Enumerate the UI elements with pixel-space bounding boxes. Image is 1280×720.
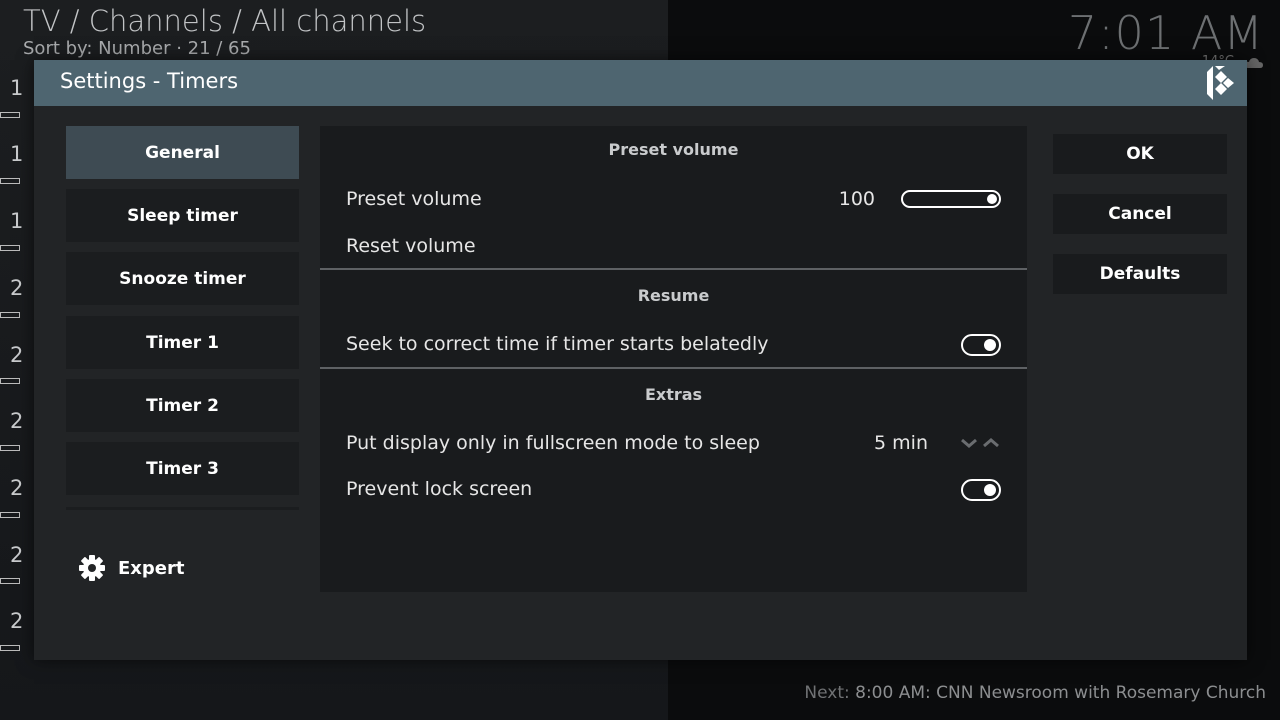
chevron-down-icon[interactable]: [959, 435, 979, 451]
cancel-button[interactable]: Cancel: [1053, 194, 1227, 234]
kodi-logo-icon: [1207, 66, 1234, 100]
section-header-preset-volume: Preset volume: [608, 140, 739, 159]
setting-value: 100: [838, 188, 875, 210]
section-divider: [320, 367, 1027, 369]
category-snooze-timer[interactable]: Snooze timer: [66, 252, 299, 305]
setting-label: Put display only in fullscreen mode to s…: [346, 432, 760, 454]
category-sleep-timer[interactable]: Sleep timer: [66, 189, 299, 242]
sort-info: Sort by: Number · 21 / 65: [23, 38, 251, 59]
channel-number: 1: [10, 209, 24, 233]
setting-label: Preset volume: [346, 188, 482, 210]
prevent-lock-toggle[interactable]: [961, 479, 1001, 501]
channel-number: 2: [10, 343, 24, 367]
category-timer-1[interactable]: Timer 1: [66, 316, 299, 369]
setting-display-sleep[interactable]: Put display only in fullscreen mode to s…: [346, 425, 1001, 461]
channel-progress-bar: [0, 512, 20, 518]
channel-number: 1: [10, 142, 24, 166]
next-program: Next: 8:00 AM: CNN Newsroom with Rosemar…: [804, 683, 1266, 703]
seek-toggle[interactable]: [961, 334, 1001, 356]
category-timer-2[interactable]: Timer 2: [66, 379, 299, 432]
expert-label: Expert: [118, 557, 185, 579]
channel-progress-bar: [0, 112, 20, 118]
settings-panel: Preset volume Preset volume 100 Reset vo…: [320, 126, 1027, 592]
setting-reset-volume[interactable]: Reset volume: [346, 228, 1001, 264]
dialog-title: Settings - Timers: [60, 69, 239, 93]
toggle-knob: [984, 484, 996, 496]
setting-value: 5 min: [874, 432, 928, 454]
expert-level-button[interactable]: Expert: [78, 550, 184, 586]
channel-number: 2: [10, 409, 24, 433]
setting-label: Reset volume: [346, 235, 476, 257]
section-header-extras: Extras: [644, 385, 703, 404]
channel-progress-bar: [0, 578, 20, 584]
breadcrumb: TV / Channels / All channels: [23, 4, 427, 38]
next-program-title: 8:00 AM: CNN Newsroom with Rosemary Chur…: [855, 683, 1266, 703]
channel-number: 2: [10, 476, 24, 500]
gear-icon: [79, 555, 105, 581]
dialog-header: Settings - Timers: [34, 60, 1247, 106]
setting-label: Seek to correct time if timer starts bel…: [346, 333, 769, 355]
channel-number: 1: [10, 76, 24, 100]
section-divider: [320, 268, 1027, 270]
category-general[interactable]: General: [66, 126, 299, 179]
cloud-icon: [1244, 58, 1263, 68]
category-list-overflow: [66, 507, 299, 510]
slider-knob[interactable]: [987, 194, 997, 204]
channel-number: 2: [10, 609, 24, 633]
channel-progress-bar: [0, 445, 20, 451]
channel-number: 2: [10, 543, 24, 567]
channel-progress-bar: [0, 312, 20, 318]
channel-progress-bar: [0, 645, 20, 651]
channel-progress-bar: [0, 245, 20, 251]
settings-dialog: Settings - Timers General Sleep timer Sn…: [34, 60, 1247, 660]
toggle-knob: [984, 339, 996, 351]
category-timer-3[interactable]: Timer 3: [66, 442, 299, 495]
section-header-resume: Resume: [637, 286, 710, 305]
clock: 7:01 AM: [1067, 6, 1264, 60]
channel-progress-bar: [0, 178, 20, 184]
setting-seek-correct-time[interactable]: Seek to correct time if timer starts bel…: [346, 326, 1001, 362]
chevron-up-icon[interactable]: [981, 435, 1001, 451]
defaults-button[interactable]: Defaults: [1053, 254, 1227, 294]
setting-preset-volume[interactable]: Preset volume 100: [346, 181, 1001, 217]
setting-prevent-lock-screen[interactable]: Prevent lock screen: [346, 471, 1001, 507]
ok-button[interactable]: OK: [1053, 134, 1227, 174]
volume-slider[interactable]: [901, 190, 1001, 208]
channel-progress-bar: [0, 378, 20, 384]
spin-control: [959, 435, 1001, 451]
next-label: Next:: [804, 683, 850, 703]
setting-label: Prevent lock screen: [346, 478, 533, 500]
channel-number: 2: [10, 276, 24, 300]
